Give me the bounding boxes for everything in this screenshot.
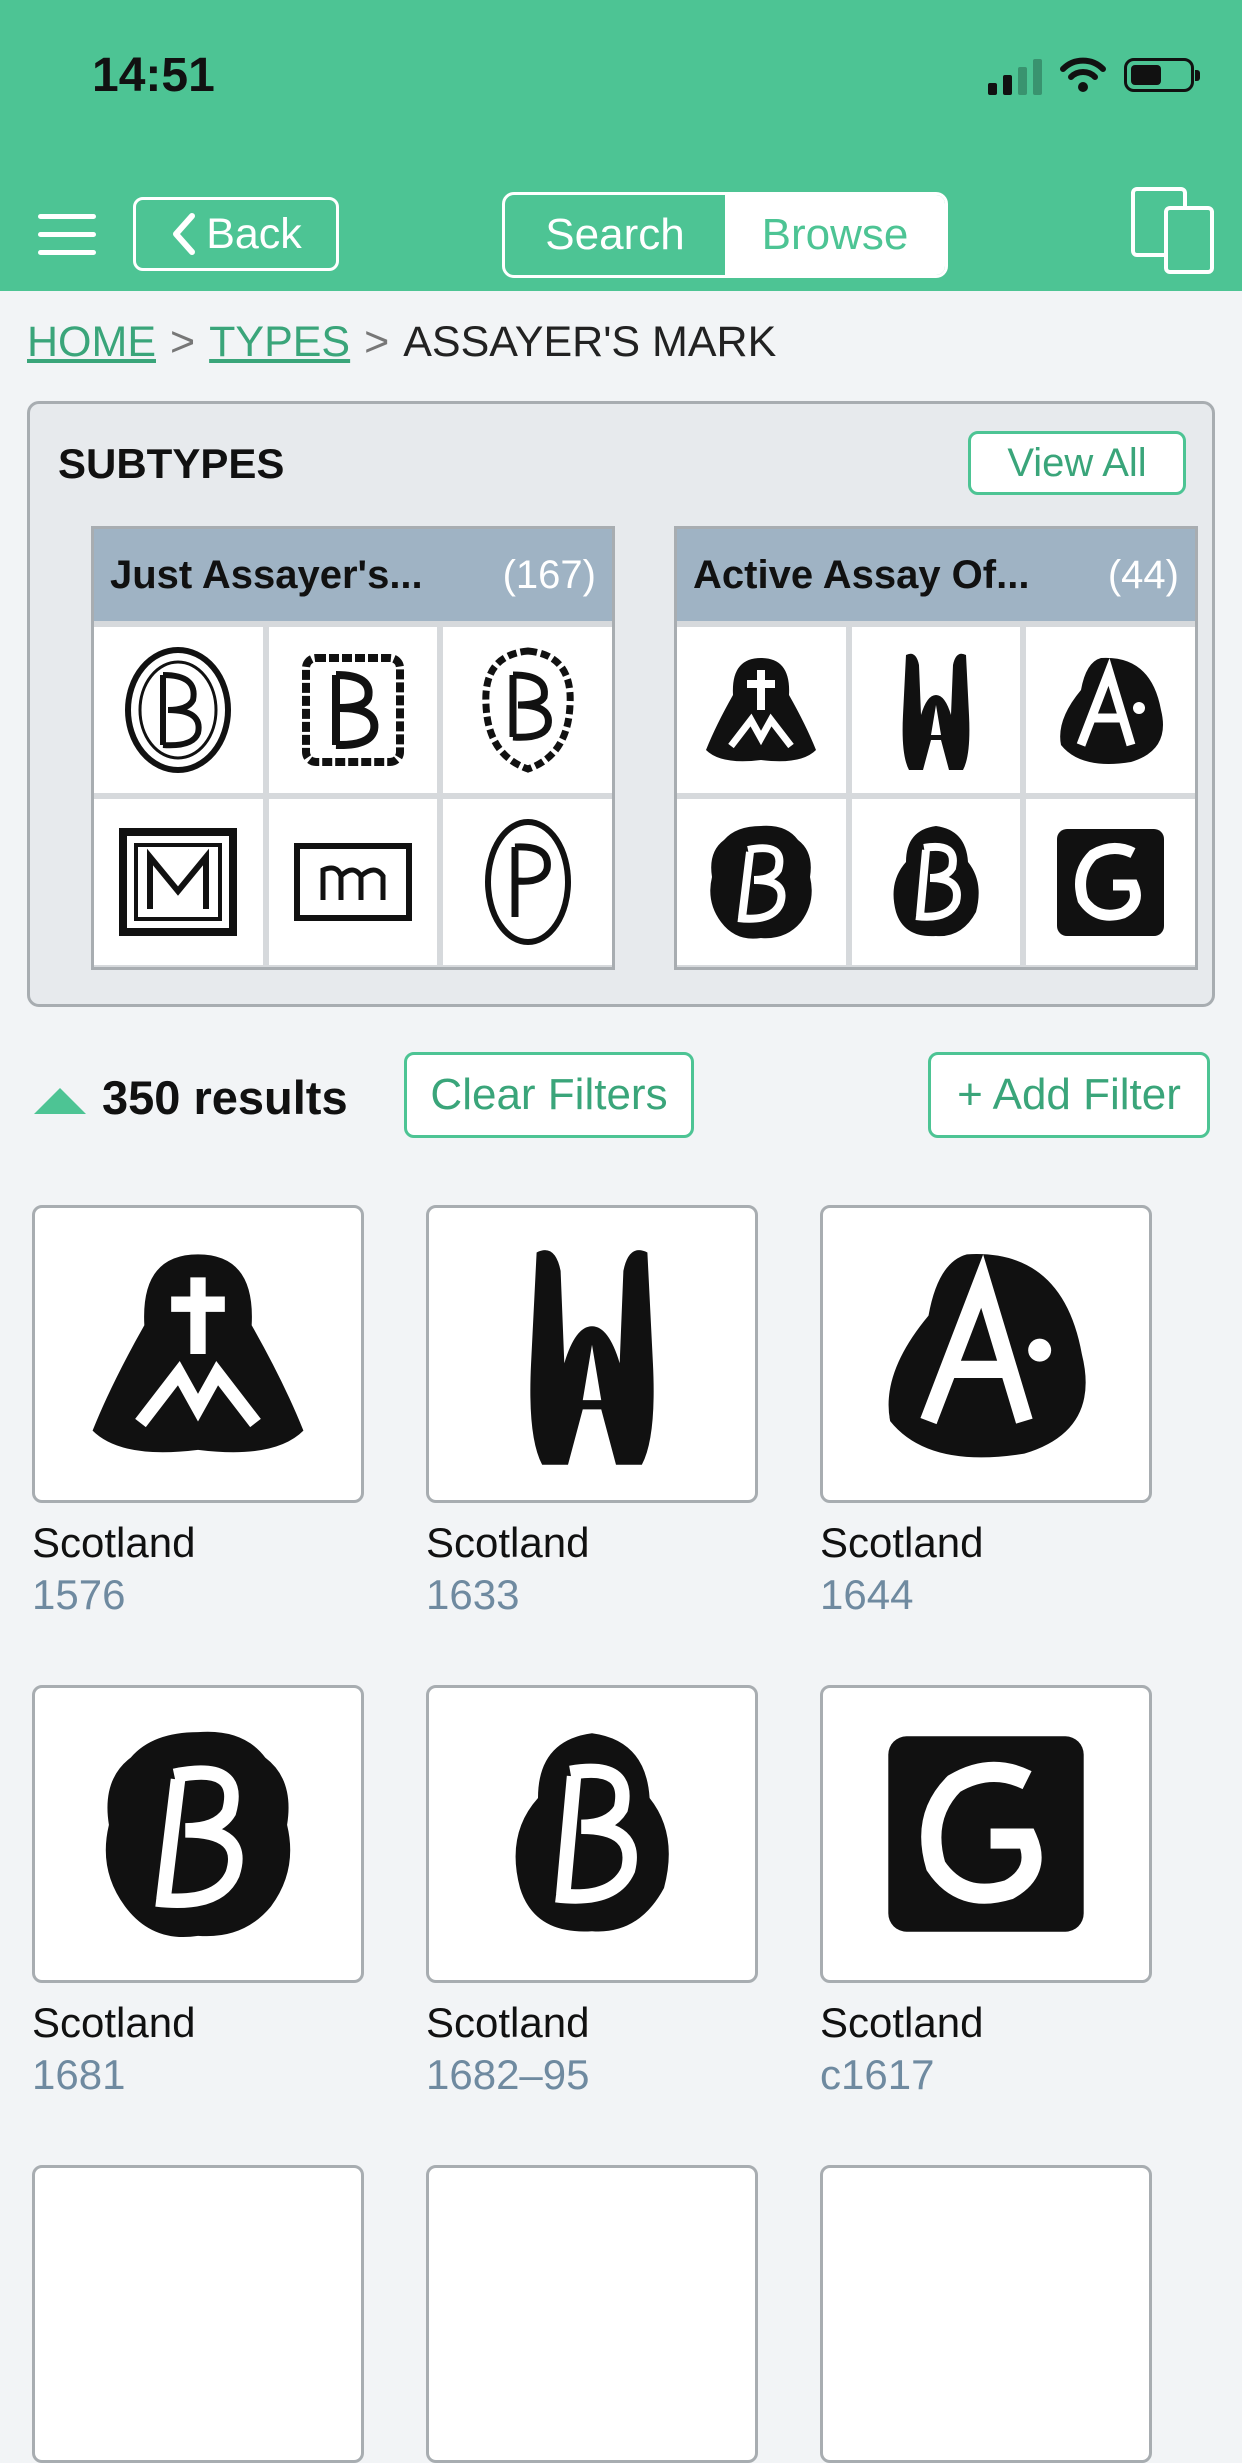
mark-thumbnail [1026,627,1195,793]
mark-thumbnail [94,627,263,793]
tab-browse[interactable]: Browse [725,195,945,275]
result-item[interactable] [32,2165,364,2463]
subtype-count: (167) [502,552,596,597]
subtype-thumbnail-grid [94,621,612,965]
wa-mark-icon [902,653,970,770]
tab-search[interactable]: Search [505,195,725,275]
chevron-left-icon [173,213,196,255]
result-item[interactable]: Scotland c1617 [820,1685,1152,2099]
result-item[interactable]: Scotland 1633 [426,1205,758,1619]
a-mark-icon [888,1254,1086,1458]
result-year: 1576 [32,1571,126,1618]
oval-p-mark-icon [484,819,571,945]
breadcrumb-current: ASSAYER'S MARK [403,318,777,366]
wifi-icon [1060,57,1106,92]
mark-image [426,2165,758,2463]
collapse-triangle-icon[interactable] [34,1088,86,1114]
back-button[interactable]: Back [133,197,339,271]
mark-image [426,1685,758,1983]
results-toolbar: 350 results Clear Filters + Add Filter [0,1050,1242,1140]
status-icons [988,50,1200,100]
back-label: Back [206,209,302,258]
subtypes-panel: SUBTYPES View All Just Assayer's... (167… [27,401,1215,1007]
result-region: Scotland [32,1519,196,1566]
subtype-count: (44) [1107,552,1179,597]
shaped-b-mark-icon [515,1733,669,1932]
subtype-card-header: Active Assay Of... (44) [677,529,1195,621]
result-region: Scotland [32,1999,196,2046]
result-region: Scotland [426,1999,590,2046]
breadcrumb: HOME > TYPES > ASSAYER'S MARK [27,318,776,367]
top-bar: 14:51 Back Search Browse [0,0,1242,291]
breadcrumb-separator: > [170,318,196,366]
result-year: c1617 [820,2051,935,2098]
add-filter-button[interactable]: + Add Filter [928,1052,1210,1138]
mark-image [820,1205,1152,1503]
mark-thumbnail [677,799,846,965]
breadcrumb-separator: > [364,318,390,366]
anchor-mark-icon [706,658,817,762]
subtype-thumbnail-grid [677,621,1195,965]
mark-thumbnail [443,627,612,793]
result-item[interactable] [426,2165,758,2463]
battery-icon [1124,58,1200,92]
result-item[interactable]: Scotland 1681 [32,1685,364,2099]
mark-thumbnail [851,799,1021,965]
mark-thumbnail [268,627,438,793]
mark-image [820,1685,1152,1983]
oval-b-mark-icon [125,647,232,773]
mark-thumbnail [1026,799,1195,965]
result-year: 1633 [426,1571,520,1618]
wa-mark-icon [530,1250,654,1465]
mark-thumbnail [268,799,438,965]
status-time: 14:51 [92,49,215,102]
result-item[interactable]: Scotland 1682–95 [426,1685,758,2099]
result-region: Scotland [426,1519,590,1566]
breadcrumb-types[interactable]: TYPES [209,318,350,366]
results-count: 350 results [102,1071,348,1124]
subtype-card-active-assay[interactable]: Active Assay Of... (44) [674,526,1198,970]
search-browse-toggle: Search Browse [502,192,948,278]
clear-filters-button[interactable]: Clear Filters [404,1052,694,1138]
breadcrumb-home[interactable]: HOME [27,318,156,366]
result-region: Scotland [820,1999,984,2046]
anchor-mark-icon [92,1254,304,1453]
subtype-name: Just Assayer's... [110,552,423,597]
hamburger-menu-icon[interactable] [38,214,96,256]
result-item[interactable]: Scotland 1644 [820,1205,1152,1619]
square-b-mark-icon [301,654,404,766]
mark-thumbnail [851,627,1021,793]
result-year: 1682–95 [426,2051,590,2098]
result-region: Scotland [820,1519,984,1566]
shaped-b-mark-icon [893,826,979,937]
mark-image [32,1205,364,1503]
g-mark-icon [1057,828,1165,936]
mark-image [820,2165,1152,2463]
result-year: 1681 [32,2051,126,2098]
scalloped-b-mark-icon [105,1731,291,1938]
cellular-signal-icon [988,55,1042,95]
g-mark-icon [888,1736,1084,1932]
view-all-button[interactable]: View All [968,431,1186,495]
mark-image [426,1205,758,1503]
subtype-card-header: Just Assayer's... (167) [94,529,612,621]
device-layout-icon[interactable] [1130,186,1216,276]
square-m-mark-icon [119,828,238,936]
subtypes-title: SUBTYPES [58,440,285,487]
mark-thumbnail [443,799,612,965]
mark-thumbnail [677,627,846,793]
rect-m-mark-icon [293,843,412,921]
scalloped-b-mark-icon [710,825,813,939]
result-item[interactable]: Scotland 1576 [32,1205,364,1619]
result-year: 1644 [820,1571,914,1618]
shield-b-mark-icon [482,647,574,773]
a-mark-icon [1059,657,1163,764]
mark-thumbnail [94,799,263,965]
subtype-name: Active Assay Of... [693,552,1030,597]
result-item[interactable] [820,2165,1152,2463]
mark-image [32,2165,364,2463]
mark-image [32,1685,364,1983]
subtype-card-just-assayers[interactable]: Just Assayer's... (167) [91,526,615,970]
